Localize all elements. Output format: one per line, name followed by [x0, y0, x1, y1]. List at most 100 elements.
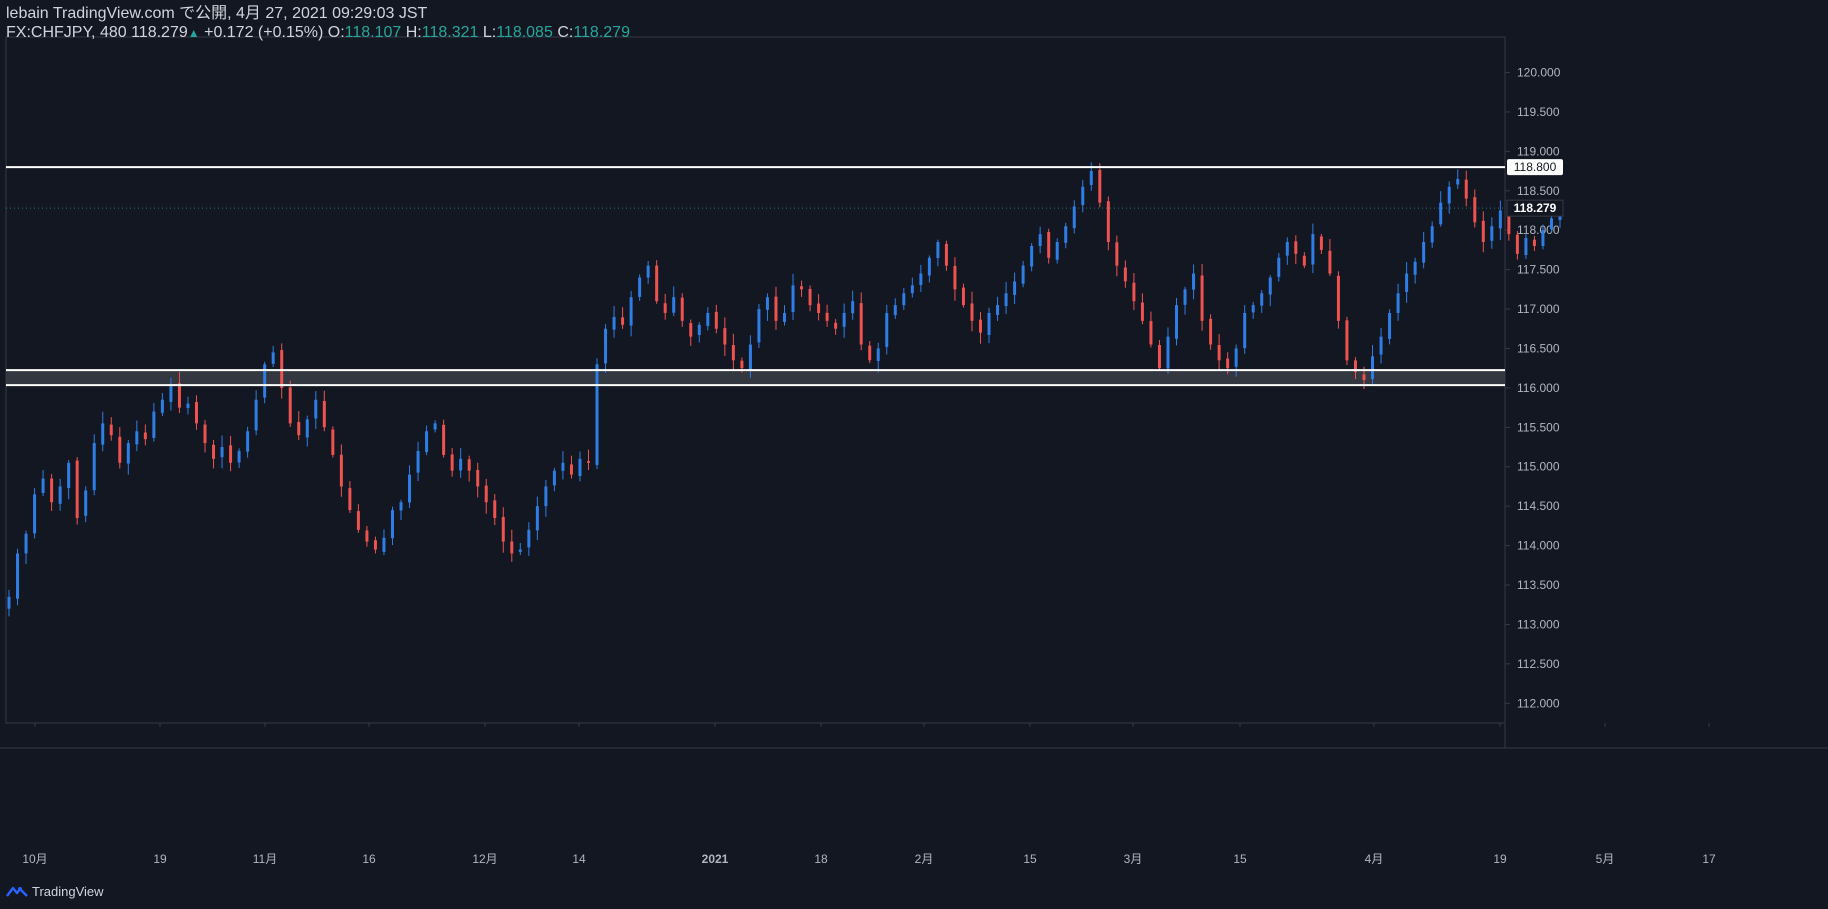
candle-body [331, 429, 335, 455]
candle-body [586, 461, 590, 463]
time-tick-label: 19 [1493, 852, 1507, 866]
price-tick-label: 117.000 [1517, 302, 1560, 316]
time-tick-label: 19 [153, 852, 167, 866]
candle-body [1021, 265, 1025, 284]
candle-body [876, 348, 880, 361]
candle-body [1422, 242, 1426, 263]
candle-body [859, 303, 863, 345]
candle-body [41, 478, 45, 494]
price-tick-label: 114.500 [1517, 499, 1560, 513]
candle-body [1038, 234, 1042, 246]
candle-body [910, 285, 914, 294]
candle-body [399, 502, 403, 511]
candle-body [1064, 226, 1068, 243]
time-tick-label: 12月 [472, 852, 497, 866]
candle-body [467, 459, 471, 471]
candle-body [714, 311, 718, 329]
candle-body [808, 289, 812, 306]
candle-body [1515, 234, 1519, 254]
candle-body [800, 286, 804, 290]
candle-body [1405, 273, 1409, 292]
candle-body [1524, 238, 1528, 256]
support-zone [6, 370, 1505, 386]
current-price-label: 118.279 [1514, 201, 1557, 215]
brand-logo[interactable]: TradingView [6, 882, 104, 900]
candle-body [1294, 241, 1298, 254]
candle-body [186, 403, 190, 408]
candle-body [1481, 220, 1485, 243]
candle-body [1004, 293, 1008, 307]
open-value: 118.107 [344, 24, 402, 41]
price-tick-label: 112.500 [1517, 657, 1560, 671]
candle-body [518, 549, 522, 552]
candle-body [765, 297, 769, 310]
candle-body [1115, 242, 1119, 266]
candle-body [1456, 178, 1460, 185]
candle-body [7, 596, 11, 609]
candle-body [629, 297, 633, 326]
price-tick-label: 113.000 [1517, 617, 1560, 631]
candle-body [459, 458, 463, 471]
candle-body [1430, 226, 1434, 243]
candle-body [339, 454, 343, 487]
candle-body [672, 297, 676, 313]
candle-body [101, 423, 105, 445]
candle-body [1473, 197, 1477, 223]
candle-body [1541, 230, 1545, 247]
time-tick-label: 3月 [1124, 852, 1143, 866]
time-tick-label: 10月 [22, 852, 47, 866]
candle-body [842, 312, 846, 327]
candle-body [1140, 302, 1144, 321]
candle-body [177, 383, 181, 408]
candle-body [50, 478, 54, 503]
candle-body [143, 432, 147, 440]
candle-body [1336, 275, 1340, 321]
price-tick-label: 119.000 [1517, 144, 1560, 158]
candle-body [1192, 273, 1196, 290]
candle-body [885, 312, 889, 347]
candle-body [1183, 289, 1187, 305]
candle-body [135, 431, 139, 445]
candle-body [229, 445, 233, 463]
time-tick-label: 4月 [1365, 852, 1384, 866]
time-tick-label: 14 [572, 852, 586, 866]
candle-body [561, 462, 565, 471]
candle-body [322, 400, 326, 428]
candle-body [484, 485, 488, 503]
candle-body [902, 293, 906, 306]
candlestick-chart[interactable]: 112.000 112.500 113.000 113.500 114.000 114.5… [0, 0, 1828, 909]
candle-body [1209, 318, 1213, 345]
candle-body [663, 303, 667, 313]
candle-body [356, 511, 360, 530]
price-tick-label: 114.000 [1517, 539, 1560, 553]
candle-body [194, 402, 198, 424]
candle-body [152, 411, 156, 438]
candle-body [1260, 293, 1264, 306]
candle-body [126, 443, 130, 464]
candle-body [987, 312, 991, 335]
candle-body [501, 517, 505, 542]
candle-body [544, 486, 548, 507]
time-tick-label: 17 [1702, 852, 1716, 866]
candle-body [757, 309, 761, 343]
candle-body [961, 287, 965, 306]
candle-body [365, 530, 369, 542]
candle-body [953, 265, 957, 290]
candle-body [748, 344, 752, 370]
candle-body [893, 305, 897, 316]
candle-body [1345, 320, 1349, 361]
candle-body [24, 533, 28, 554]
candle-body [1268, 277, 1272, 295]
close-value: 118.279 [573, 24, 630, 41]
candle-body [1055, 242, 1059, 260]
change-value: +0.172 (+0.15%) [204, 24, 324, 41]
low-value: 118.085 [496, 24, 553, 41]
time-tick-label: 11月 [253, 852, 277, 866]
candle-body [373, 540, 377, 550]
candle-body [390, 510, 394, 539]
candle-body [67, 462, 71, 488]
candle-body [408, 474, 412, 503]
candle-body [1464, 179, 1468, 199]
candle-body [1175, 305, 1179, 339]
price-tick-label: 113.500 [1517, 578, 1560, 592]
